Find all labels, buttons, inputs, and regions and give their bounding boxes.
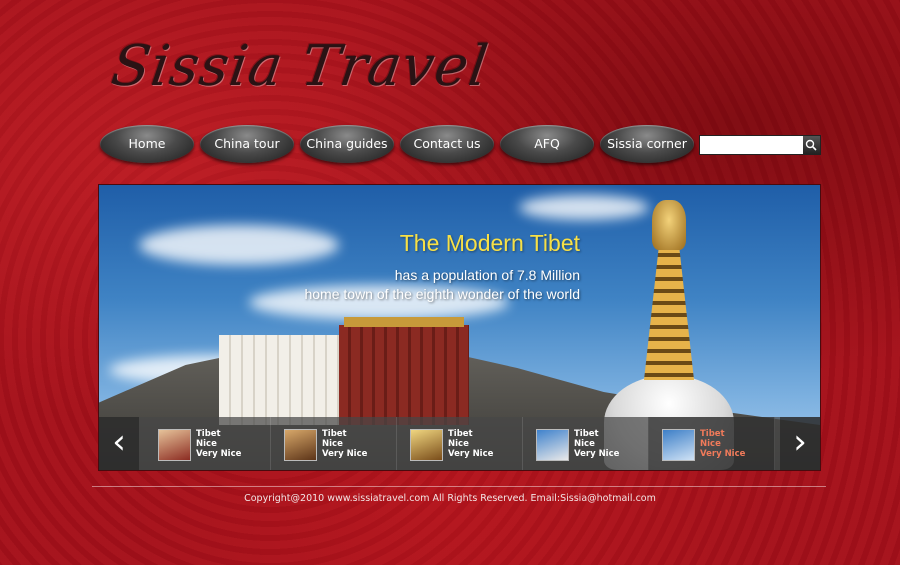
thumbnail-line1: Nice <box>322 439 343 449</box>
thumbnail-line2: Very Nice <box>448 449 494 459</box>
palace-red-section <box>339 325 469 425</box>
search-button[interactable] <box>803 136 820 154</box>
thumbnail-line2: Very Nice <box>196 449 242 459</box>
hero-banner: The Modern Tibet has a population of 7.8… <box>98 184 821 471</box>
search-input[interactable] <box>700 136 802 154</box>
banner-subtitle-2: home town of the eighth wonder of the wo… <box>304 286 580 302</box>
palace-white-section <box>219 335 349 425</box>
carousel-prev-button[interactable]: ‹ <box>99 417 139 470</box>
thumbnail-caption: Tibet Nice Very Nice <box>196 429 241 459</box>
thumbnail-image <box>158 429 191 461</box>
nav-home[interactable]: Home <box>100 125 194 163</box>
thumbnail-caption: Tibet Nice Very Nice <box>448 429 493 459</box>
thumbnail-item[interactable]: Tibet Nice Very Nice <box>522 417 649 470</box>
banner-headline: The Modern Tibet <box>399 230 580 256</box>
chevron-left-icon: ‹ <box>112 422 126 462</box>
site-logo[interactable]: Sissia Travel <box>107 34 492 99</box>
search-box <box>699 135 821 155</box>
thumbnail-title: Tibet <box>448 429 473 439</box>
nav-china-tour[interactable]: China tour <box>200 125 294 163</box>
stupa-finial <box>652 200 686 250</box>
thumbnail-title: Tibet <box>322 429 347 439</box>
stupa-spire <box>644 245 694 380</box>
thumbnail-line1: Nice <box>448 439 469 449</box>
thumbnail-item[interactable]: Tibet Nice Very Nice <box>396 417 523 470</box>
search-icon <box>805 139 817 151</box>
thumbnail-title: Tibet <box>700 429 725 439</box>
thumbnail-item-active[interactable]: Tibet Nice Very Nice <box>648 417 775 470</box>
thumbnail-caption: Tibet Nice Very Nice <box>322 429 367 459</box>
thumbnail-line1: Nice <box>700 439 721 449</box>
nav-sissia-corner[interactable]: Sissia corner <box>600 125 694 163</box>
footer-divider <box>92 486 826 487</box>
thumbnail-carousel: ‹ Tibet Nice Very Nice Tibet Nice Very N… <box>99 417 820 470</box>
thumbnail-title: Tibet <box>196 429 221 439</box>
palace-roof <box>344 317 464 327</box>
nav-contact-us[interactable]: Contact us <box>400 125 494 163</box>
chevron-right-icon: › <box>793 422 807 462</box>
thumbnail-image <box>662 429 695 461</box>
nav-afq[interactable]: AFQ <box>500 125 594 163</box>
thumbnail-image <box>410 429 443 461</box>
thumbnail-image <box>284 429 317 461</box>
banner-subtitle-1: has a population of 7.8 Million <box>394 267 580 283</box>
cloud <box>139 225 339 265</box>
nav-china-guides[interactable]: China guides <box>300 125 394 163</box>
carousel-next-button[interactable]: › <box>780 417 820 470</box>
thumbnail-item[interactable]: Tibet Nice Very Nice <box>270 417 397 470</box>
thumbnail-line2: Very Nice <box>574 449 620 459</box>
thumbnail-caption: Tibet Nice Very Nice <box>574 429 619 459</box>
cloud <box>519 195 649 220</box>
thumbnail-caption: Tibet Nice Very Nice <box>700 429 745 459</box>
footer-copyright: Copyright@2010 www.sissiatravel.com All … <box>244 493 656 504</box>
thumbnail-image <box>536 429 569 461</box>
thumbnail-line2: Very Nice <box>322 449 368 459</box>
thumbnail-line1: Nice <box>574 439 595 449</box>
thumbnail-title: Tibet <box>574 429 599 439</box>
thumbnail-line2: Very Nice <box>700 449 746 459</box>
thumbnail-line1: Nice <box>196 439 217 449</box>
thumbnail-item[interactable]: Tibet Nice Very Nice <box>144 417 271 470</box>
